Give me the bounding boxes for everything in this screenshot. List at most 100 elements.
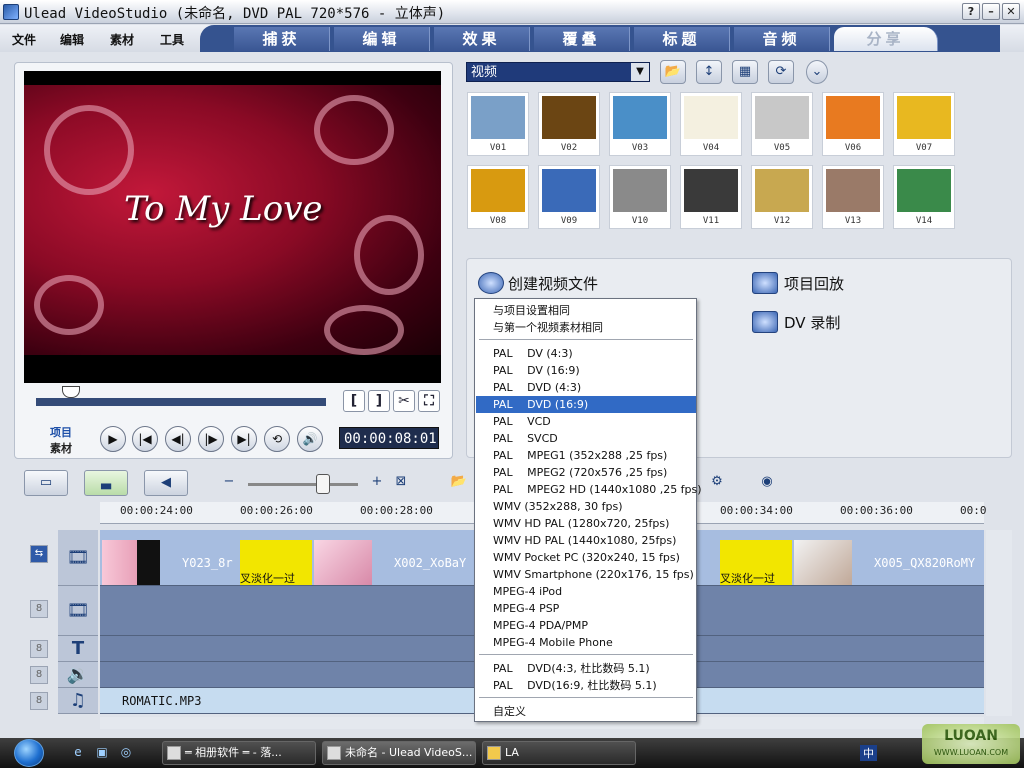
zoom-out-icon[interactable]: − [218,470,240,496]
library-thumbnail[interactable]: V07 [893,92,955,156]
ie-icon[interactable]: e [70,745,86,761]
menu-item[interactable]: MPEG-4 Mobile Phone [476,634,696,651]
video-clip-label[interactable]: X002_XoBaY [394,556,466,570]
taskbar-item-videostudio[interactable]: 未命名 - Ulead VideoS... [322,741,476,765]
menu-item[interactable]: WMV HD PAL (1440x1080, 25fps) [476,532,696,549]
menu-item[interactable]: PAL DVD(16:9, 杜比数码 5.1) [476,677,696,694]
track-lock-icon[interactable]: 8 [30,666,48,684]
library-thumbnail[interactable]: V10 [609,165,671,229]
zoom-slider-thumb[interactable] [316,474,330,494]
library-thumbnail[interactable]: V01 [467,92,529,156]
track-lock-icon[interactable]: 8 [30,600,48,618]
menu-item[interactable]: WMV Pocket PC (320x240, 15 fps) [476,549,696,566]
end-button[interactable]: ▶| [231,426,257,452]
library-thumbnail[interactable]: V13 [822,165,884,229]
timeline-vertical-scrollbar[interactable] [986,530,1012,716]
minimize-button[interactable]: – [982,3,1000,20]
menu-item[interactable]: MPEG-4 iPod [476,583,696,600]
menu-clip[interactable]: 素材 [110,31,134,48]
taskbar-item-folder[interactable]: LA [482,741,636,765]
repeat-button[interactable]: ⟲ [264,426,290,452]
menu-item[interactable]: PAL MPEG1 (352x288 ,25 fps) [476,447,696,464]
play-button[interactable]: ▶ [100,426,126,452]
menu-item[interactable]: PAL DV (16:9) [476,362,696,379]
library-manager-icon[interactable]: ▦ [732,60,758,84]
smart-render-icon[interactable]: ⚙ [702,470,732,496]
fit-project-icon[interactable]: ⊠ [392,470,410,496]
tab-overlay[interactable]: 覆叠 [534,27,630,51]
trim-bar[interactable] [36,398,326,406]
video-clip-thumbnail[interactable] [314,540,372,585]
menu-item[interactable]: PAL DVD (4:3) [476,379,696,396]
library-thumbnail[interactable]: V06 [822,92,884,156]
library-thumbnail[interactable]: V08 [467,165,529,229]
close-button[interactable]: ✕ [1002,3,1020,20]
surround-mixer-icon[interactable]: ◉ [750,470,784,496]
menu-item[interactable]: PAL SVCD [476,430,696,447]
audio-view-button[interactable]: ◀ [144,470,188,496]
track-manager-icon[interactable]: ⇆ [30,545,48,563]
library-thumbnail[interactable]: V11 [680,165,742,229]
volume-button[interactable]: 🔊 [297,426,323,452]
film-reel-icon[interactable] [478,272,504,294]
overlay-track-icon[interactable]: 🎞 [58,586,98,636]
menu-item[interactable]: WMV HD PAL (1280x720, 25fps) [476,515,696,532]
music-clip-label[interactable]: ROMATIC.MP3 [122,694,201,708]
menu-file[interactable]: 文件 [12,31,36,48]
library-thumbnail[interactable]: V03 [609,92,671,156]
camcorder-icon[interactable] [752,311,778,333]
timeline-view-button[interactable]: ▃ [84,470,128,496]
mode-clip-label[interactable]: 素材 [50,440,72,456]
track-lock-icon[interactable]: 8 [30,640,48,658]
project-playback-icon[interactable] [752,272,778,294]
music-track-icon[interactable]: ♫ [58,688,98,714]
video-track-icon[interactable]: 🎞 [58,530,98,586]
menu-item[interactable]: PAL DVD (16:9) [476,396,696,413]
app-icon[interactable] [3,4,19,20]
library-thumbnail[interactable]: V05 [751,92,813,156]
voice-track-icon[interactable]: 🔉 [58,662,98,688]
video-clip-label[interactable]: X005_QX820RoMY [874,556,975,570]
library-thumbnail[interactable]: V12 [751,165,813,229]
taskbar-item-album[interactable]: ═ 相册软件 ═ - 落... [162,741,316,765]
search-icon[interactable]: ◎ [118,745,134,761]
zoom-slider[interactable] [248,483,358,486]
library-thumbnail[interactable]: V09 [538,165,600,229]
tab-title[interactable]: 标题 [634,27,730,51]
menu-item[interactable]: MPEG-4 PSP [476,600,696,617]
quicklaunch-icon[interactable]: ▣ [94,745,110,761]
timecode-display[interactable]: 00:00:08:01 [339,427,439,449]
tab-effect[interactable]: 效果 [434,27,530,51]
library-thumbnail[interactable]: V02 [538,92,600,156]
tab-audio[interactable]: 音频 [734,27,830,51]
menu-edit[interactable]: 编辑 [60,31,84,48]
menu-item[interactable]: MPEG-4 PDA/PMP [476,617,696,634]
library-thumbnail[interactable]: V04 [680,92,742,156]
menu-item[interactable]: 自定义 [476,703,696,720]
video-clip-thumbnail[interactable] [102,540,160,585]
project-playback-button[interactable]: 项目回放 [784,273,844,294]
tab-share[interactable]: 分享 [834,27,938,51]
video-clip-label[interactable]: Y023_8r [182,556,233,570]
library-thumbnail[interactable]: V14 [893,165,955,229]
menu-item[interactable]: PAL DV (4:3) [476,345,696,362]
zoom-in-icon[interactable]: + [366,470,388,496]
menu-item[interactable]: PAL DVD(4:3, 杜比数码 5.1) [476,660,696,677]
library-category-select[interactable]: 视频 ▼ [466,62,650,82]
ime-indicator[interactable]: 中 [860,745,877,761]
expand-preview-icon[interactable]: ⛶ [418,390,440,412]
dv-record-button[interactable]: DV 录制 [784,312,840,333]
mark-in-button[interactable]: [ [343,390,365,412]
help-button[interactable]: ? [962,3,980,20]
sort-icon[interactable]: ↕ [696,60,722,84]
create-video-dropdown[interactable]: 与项目设置相同 与第一个视频素材相同 PAL DV (4:3) PAL DV (16:… [474,298,702,722]
insert-media-icon[interactable]: 📂 [444,470,474,496]
menu-item[interactable]: PAL VCD [476,413,696,430]
title-track-icon[interactable]: T [58,636,98,662]
next-frame-button[interactable]: |▶ [198,426,224,452]
track-lock-icon[interactable]: 8 [30,692,48,710]
split-clip-button[interactable]: ✂ [393,390,415,412]
video-clip-thumbnail[interactable] [794,540,852,585]
start-button[interactable] [14,739,44,767]
chevron-down-icon[interactable]: ▼ [631,63,649,81]
